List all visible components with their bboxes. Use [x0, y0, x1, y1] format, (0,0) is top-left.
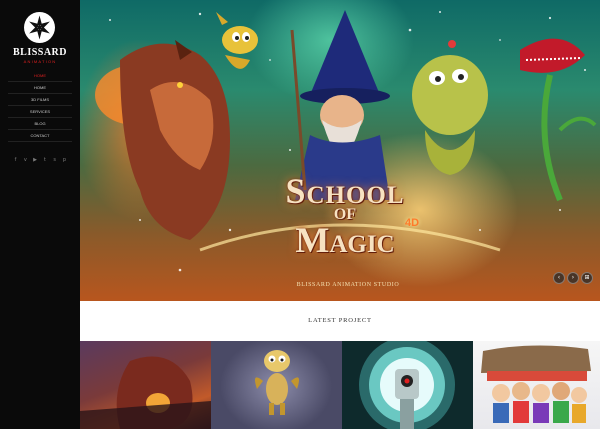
green-creature-character: [412, 40, 488, 175]
project-thumb-dragon[interactable]: [80, 341, 211, 429]
latest-project-section: LATEST PROJECT: [80, 301, 600, 341]
star-snowflake-icon: [29, 15, 50, 40]
project-thumb-robot[interactable]: [342, 341, 473, 429]
sidebar: BLISSARD ANIMATION HOME HOME 3D FILMS SE…: [0, 0, 80, 429]
facebook-icon[interactable]: f: [12, 157, 19, 163]
robot-thumb-image: [359, 341, 455, 429]
project-thumb-cartoon-group[interactable]: [473, 341, 600, 429]
nav-item-home[interactable]: HOME: [8, 82, 72, 94]
slider-grid-button[interactable]: ⊞: [581, 272, 593, 284]
brand-tagline: ANIMATION: [23, 59, 57, 64]
project-thumb-baby-dragon[interactable]: [211, 341, 342, 429]
page: BLISSARD ANIMATION HOME HOME 3D FILMS SE…: [0, 0, 600, 429]
social-links: f v ▶ t s p: [12, 157, 68, 163]
hero-4d-badge: 4D: [405, 217, 420, 229]
baby-dragon-character: [216, 12, 258, 69]
nav-item-blog[interactable]: BLOG: [8, 118, 72, 130]
pinterest-icon[interactable]: p: [61, 157, 68, 163]
slider-prev-button[interactable]: ‹: [553, 272, 565, 284]
hero-banner[interactable]: School OF Magic 4D BLISSARD ANIMATION ST…: [80, 0, 600, 301]
youtube-icon[interactable]: ▶: [32, 157, 39, 163]
dragon-thumb-image: [80, 356, 211, 429]
logo[interactable]: [24, 12, 55, 43]
vimeo-icon[interactable]: v: [22, 157, 29, 163]
baby-dragon-thumb-image: [255, 350, 299, 415]
dragon-character: [95, 40, 230, 240]
nav-item-3d-films[interactable]: 3D FILMS: [8, 94, 72, 106]
hero-title-line1: School: [285, 171, 405, 211]
nav-item-services[interactable]: SERVICES: [8, 106, 72, 118]
twitter-icon[interactable]: t: [41, 157, 48, 163]
hero-title: School OF Magic 4D: [245, 171, 445, 258]
slider-next-button[interactable]: ›: [567, 272, 579, 284]
hero-studio-caption: BLISSARD ANIMATION STUDIO: [296, 282, 400, 288]
nav-item-home-active[interactable]: HOME: [8, 70, 72, 82]
project-thumbnails: [80, 341, 600, 429]
brand-name: BLISSARD: [12, 47, 68, 58]
skype-icon[interactable]: s: [51, 157, 58, 163]
carnivorous-plant-character: [520, 38, 597, 202]
nav-item-contact[interactable]: CONTACT: [8, 130, 72, 142]
cartoon-group-thumb-image: [481, 345, 591, 423]
latest-project-heading: LATEST PROJECT: [308, 317, 372, 324]
main-nav: HOME HOME 3D FILMS SERVICES BLOG CONTACT: [8, 70, 72, 142]
